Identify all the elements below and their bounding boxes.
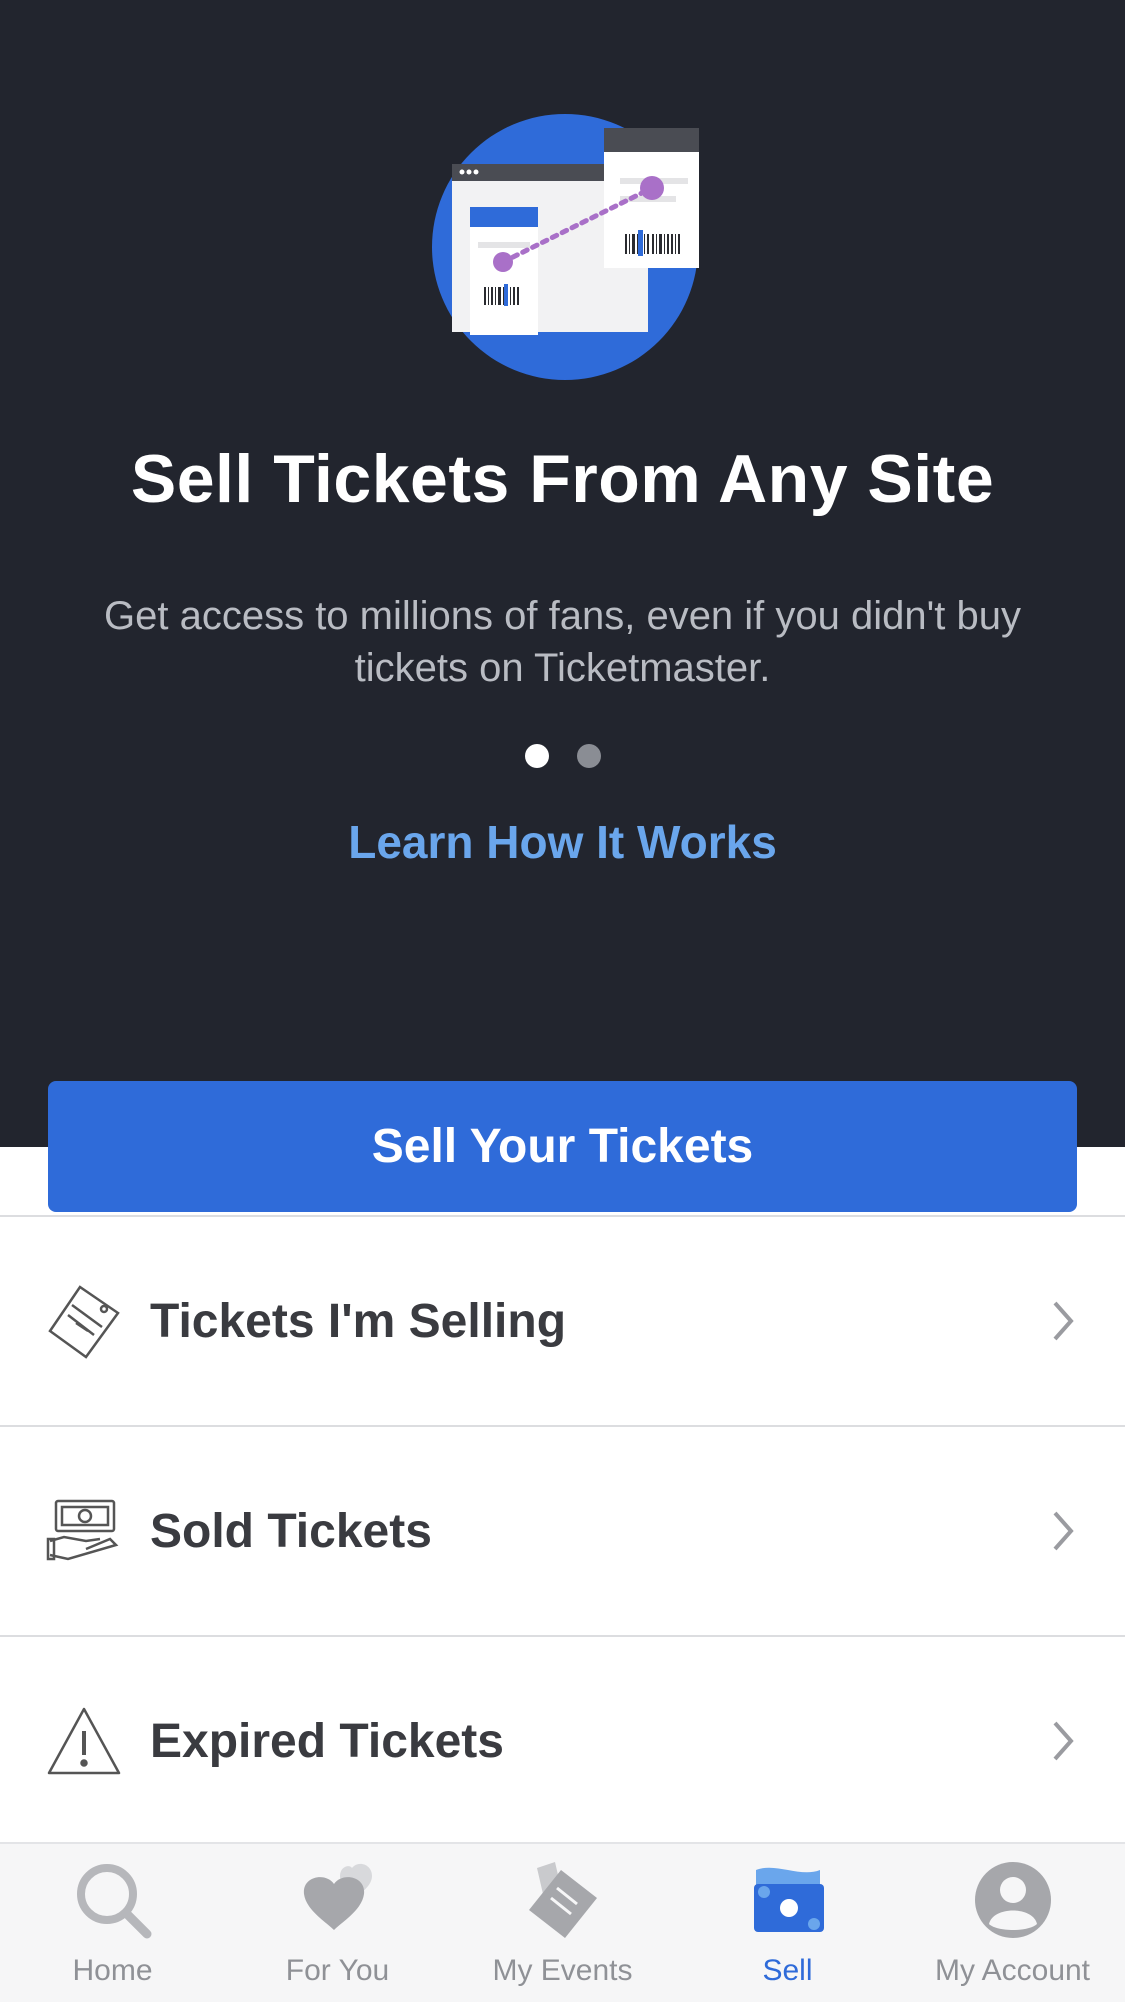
menu-label: Sold Tickets — [150, 1504, 432, 1558]
tab-label: For You — [285, 1954, 390, 1987]
menu-label: Tickets I'm Selling — [150, 1294, 567, 1348]
page-title: Sell Tickets From Any Site — [130, 441, 995, 517]
ticket-tag-icon — [48, 1285, 120, 1359]
bottom-tab-bar: Home For You My Events Sell My Account — [0, 1842, 1125, 2002]
chevron-right-icon — [1053, 1301, 1074, 1341]
tab-my-events[interactable]: My Events — [450, 1844, 675, 2002]
hero-section: Sell Tickets From Any Site Get access to… — [0, 0, 1125, 1147]
tab-label: My Account — [934, 1954, 1091, 1987]
menu-item-tickets-selling[interactable]: Tickets I'm Selling — [0, 1217, 1125, 1425]
pager-dot-2[interactable] — [576, 744, 601, 768]
carousel-pager — [0, 744, 1125, 768]
money-icon — [753, 1867, 824, 1932]
chevron-right-icon — [1053, 1511, 1074, 1551]
person-icon — [974, 1862, 1051, 1938]
tab-home[interactable]: Home — [0, 1844, 225, 2002]
search-icon — [76, 1864, 151, 1939]
chevron-right-icon — [1053, 1721, 1074, 1761]
menu-item-expired-tickets[interactable]: Expired Tickets — [0, 1637, 1125, 1845]
sell-illustration-icon — [432, 114, 699, 380]
hearts-icon — [303, 1863, 372, 1930]
tickets-icon — [528, 1862, 597, 1938]
menu-item-sold-tickets[interactable]: Sold Tickets — [0, 1427, 1125, 1635]
pager-dot-1[interactable] — [524, 744, 549, 768]
tab-my-account[interactable]: My Account — [900, 1844, 1125, 2002]
tab-label: Home — [72, 1954, 153, 1987]
sell-menu: Tickets I'm Selling Sold Tickets Expired… — [0, 1215, 1125, 1845]
cash-hand-icon — [46, 1499, 119, 1561]
tab-label: My Events — [492, 1954, 633, 1987]
menu-label: Expired Tickets — [150, 1714, 504, 1768]
tab-label: Sell — [762, 1954, 813, 1987]
page-subtitle: Get access to millions of fans, even if … — [104, 594, 1021, 690]
warning-triangle-icon — [47, 1707, 121, 1775]
learn-how-it-works-link[interactable]: Learn How It Works — [0, 815, 1125, 869]
sell-your-tickets-button[interactable]: Sell Your Tickets — [48, 1081, 1077, 1212]
tab-for-you[interactable]: For You — [225, 1844, 450, 2002]
tab-sell[interactable]: Sell — [675, 1844, 900, 2002]
